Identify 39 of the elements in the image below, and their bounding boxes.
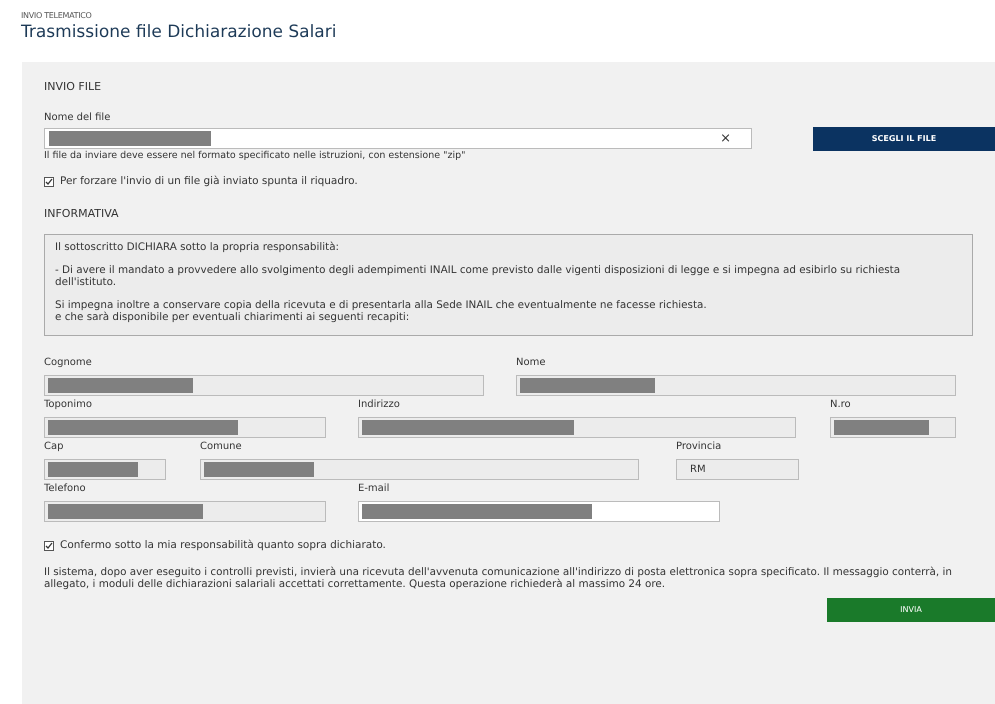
notice-text: Il sottoscritto DICHIARA sotto la propria responsabilità: <box>55 240 340 253</box>
notice-text: Si impegna inoltre a conservare copia della ricevuta e di presentarla alla Sede INAIL che eventualmente ne facesse richiesta. e che sarà disponibile per eventuali chiarimenti ai seguenti recapiti: <box>55 298 708 323</box>
text-field[interactable] <box>516 374 956 396</box>
file-name-field[interactable]: × <box>44 128 752 149</box>
field-label: Nome <box>516 356 546 369</box>
field-label: Nome del file <box>44 112 112 124</box>
checkbox-label: Per forzare l'invio di un file già inviato spunta il riquadro. <box>60 174 358 189</box>
text-field[interactable] <box>44 458 166 480</box>
text-field[interactable] <box>44 416 326 438</box>
text-field[interactable] <box>830 416 956 438</box>
field-label: Comune <box>200 440 243 453</box>
section-heading: INFORMATIVA <box>44 206 120 221</box>
text-field[interactable] <box>44 500 326 522</box>
field-label: Provincia <box>676 440 722 453</box>
choose-file-button[interactable]: SCEGLI IL FILE <box>813 127 995 151</box>
field-label: Cap <box>44 440 64 453</box>
field-label: N.ro <box>830 398 852 411</box>
field-label: Cognome <box>44 356 93 369</box>
text-field[interactable] <box>44 374 484 396</box>
field-label: E-mail <box>358 482 390 495</box>
checkbox[interactable] <box>44 540 54 551</box>
field-label: Toponimo <box>44 398 93 411</box>
text-field[interactable] <box>200 458 639 480</box>
clear-button[interactable]: × <box>720 132 731 146</box>
checkbox[interactable] <box>44 176 54 187</box>
section-heading: INVIO FILE <box>44 80 102 94</box>
info-paragraph: Il sistema, dopo aver eseguito i controlli previsti, invierà una ricevuta dell'avvenuta comunicazione all'indirizzo di posta elettronica sopra specificato. Il messaggio conterrà, in allegato, i moduli delle dichiarazioni salariali accettati correttamente. Questa operazione richiederà al massimo 24 ore. <box>44 566 953 590</box>
field-value: RM <box>689 462 706 477</box>
notice-text: - Di avere il mandato a provvedere allo svolgimento degli adempimenti INAIL come previsto dalle vigenti disposizioni di legge e si impegna ad esibirlo su richiesta dell'istituto. <box>55 264 902 288</box>
checkbox-label: Confermo sotto la mia responsabilità quanto sopra dichiarato. <box>60 538 386 553</box>
field-label: Telefono <box>44 482 87 495</box>
page-overline: INVIO TELEMATICO <box>21 11 93 21</box>
field-hint: Il file da inviare deve essere nel formato specificato nelle istruzioni, con estensione "zip" <box>44 150 466 162</box>
text-field[interactable] <box>358 416 796 438</box>
submit-button[interactable]: INVIA <box>827 598 995 622</box>
text-field[interactable]: RM <box>676 458 799 480</box>
field-label: Indirizzo <box>358 398 401 411</box>
text-field[interactable] <box>358 500 720 522</box>
page-title: Trasmissione file Dichiarazione Salari <box>21 21 338 43</box>
